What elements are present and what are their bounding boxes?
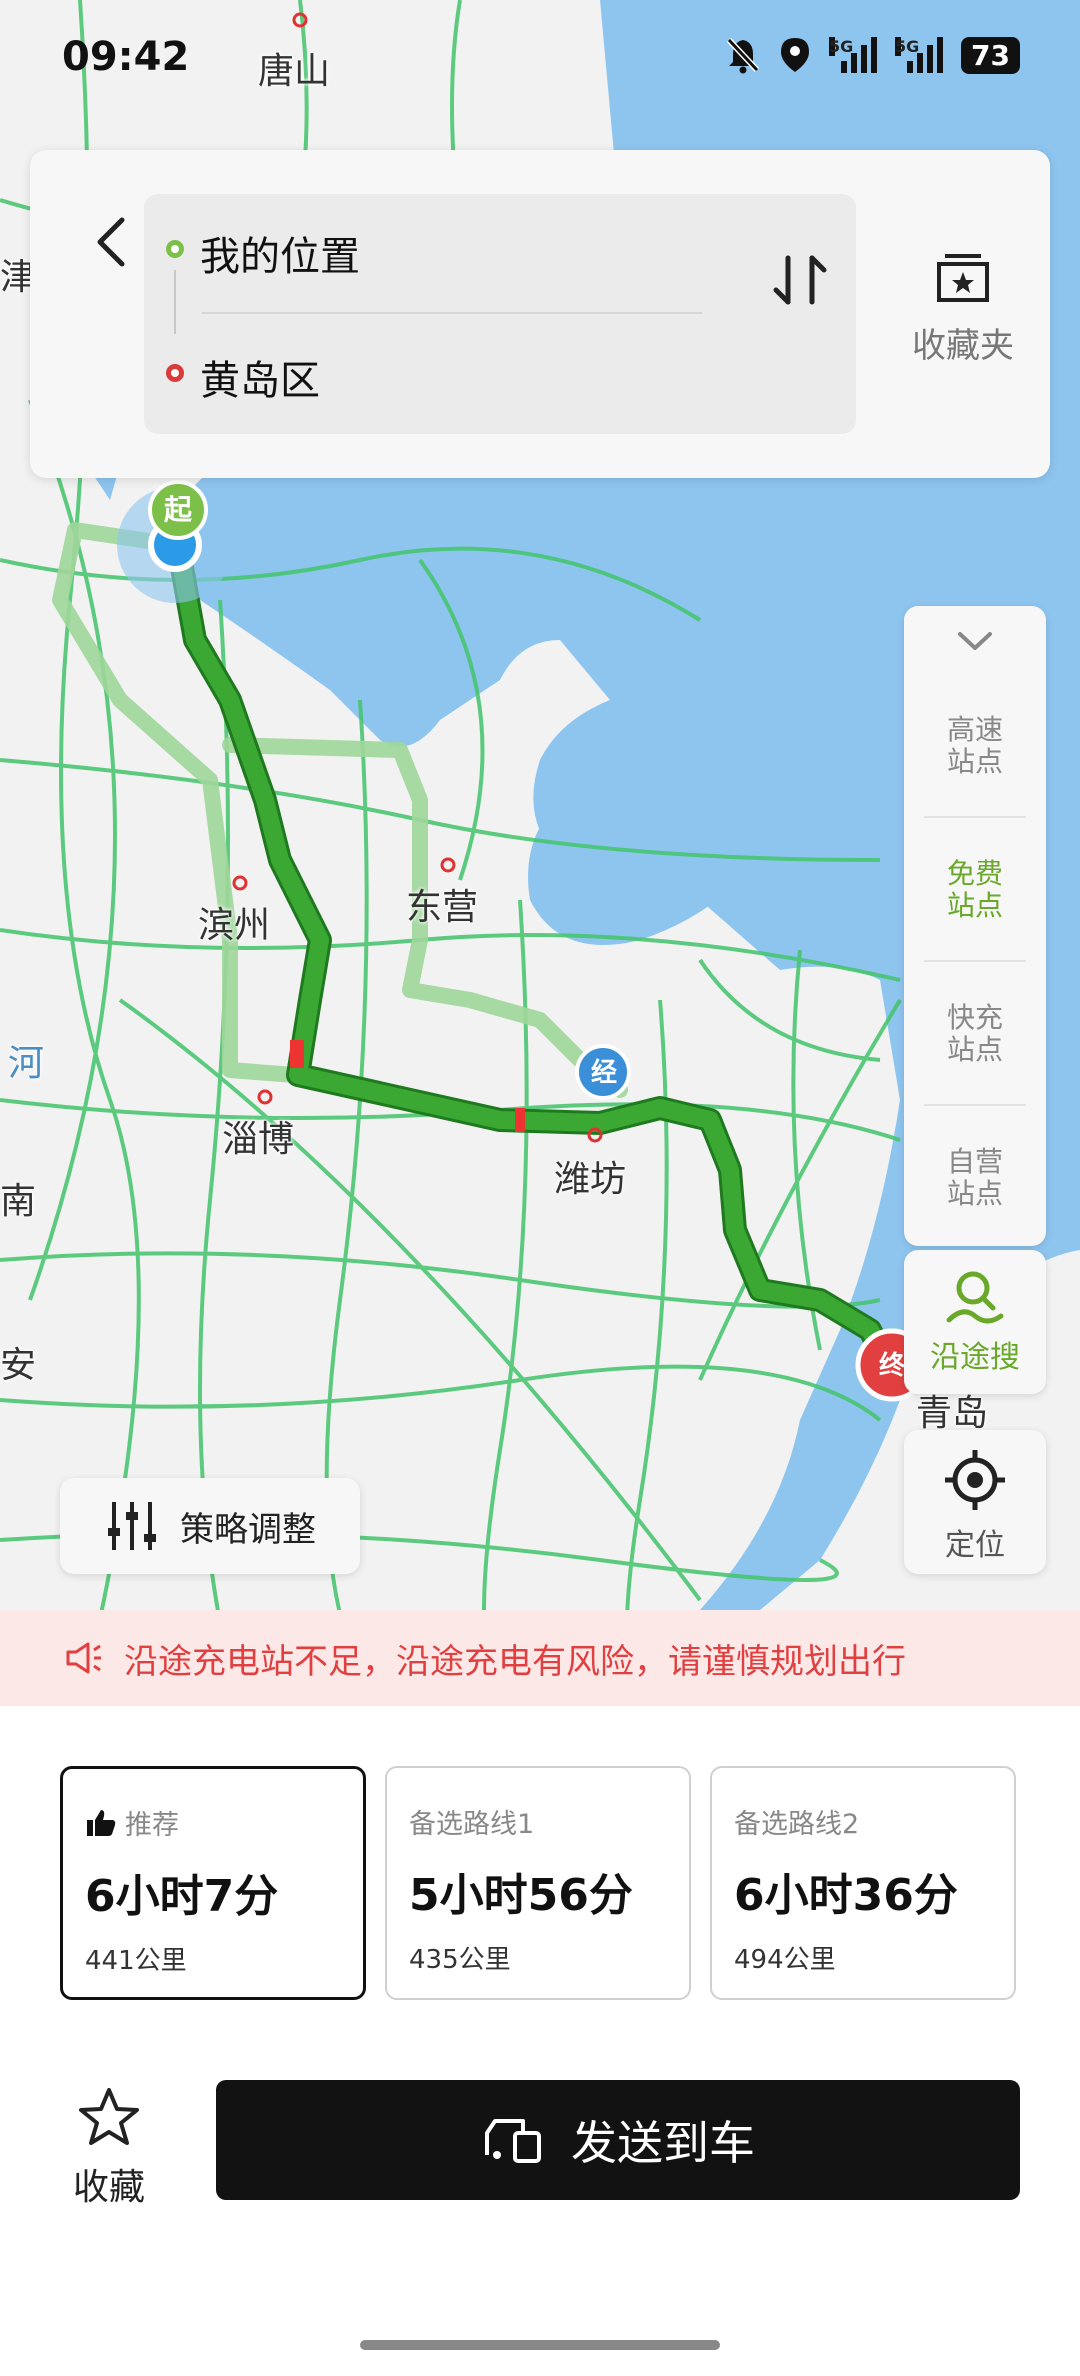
filter-free-stations[interactable]: 免费 站点 [904,858,1046,922]
locate-label: 定位 [945,1528,1005,1563]
signal-1-icon: 5G [829,37,878,73]
location-icon [781,38,810,72]
origin-dot-icon [166,240,184,258]
city-label: 滨州 [198,905,271,946]
battery-indicator: 73 [961,36,1020,74]
send-to-car-button[interactable]: 发送到车 [216,2080,1020,2200]
chevron-down-icon[interactable] [956,628,994,654]
favorites-folder-label: 收藏夹 [912,326,1014,366]
filter-highway-stations[interactable]: 高速 站点 [904,714,1046,778]
strategy-adjust-label: 策略调整 [180,1509,316,1550]
star-icon [79,2088,139,2145]
route-distance: 435公里 [409,1945,511,1975]
favorite-label: 收藏 [72,2167,145,2208]
route-card-alt-2[interactable]: 备选路线2 6小时36分 494公里 [710,1766,1016,2000]
strategy-adjust-button[interactable]: 策略调整 [60,1478,360,1574]
along-route-search-button[interactable]: 沿途搜 [904,1250,1046,1394]
divider [924,1104,1026,1106]
city-label: 安 [0,1345,37,1386]
divider [924,960,1026,962]
via-marker-label: 经 [590,1058,617,1088]
speaker-icon [66,1642,101,1674]
favorite-button[interactable]: 收藏 [62,2086,156,2210]
signal-2-icon: 5G [895,37,944,73]
city-label: 潍坊 [554,1159,627,1200]
status-time: 09:42 [62,34,190,80]
divider [924,816,1026,818]
send-to-car-icon [485,2119,541,2163]
route-time: 5小时56分 [409,1870,633,1921]
route-tag: 推荐 [85,1803,341,1842]
route-time: 6小时36分 [734,1870,958,1921]
destination-dot-icon [166,364,184,382]
dotted-connector [174,270,176,334]
locate-button[interactable]: 定位 [904,1430,1046,1574]
address-box: 我的位置 黄岛区 [144,194,856,434]
city-label: 南 [0,1181,37,1222]
filter-self-operated-stations[interactable]: 自营 站点 [904,1146,1046,1210]
status-icons: 5G 5G 73 [725,36,1020,74]
warning-text: 沿途充电站不足，沿途充电有风险，请谨慎规划出行 [124,1641,906,1682]
station-filter-panel: 高速 站点 免费 站点 快充 站点 自营 站点 [904,606,1046,1246]
charging-warning-banner: 沿途充电站不足，沿途充电有风险，请谨慎规划出行 [0,1610,1080,1706]
city-label: 东营 [406,887,479,928]
route-tag: 备选路线1 [409,1809,535,1840]
crosshair-icon [945,1450,1005,1510]
origin-input[interactable]: 我的位置 [200,224,360,282]
route-options-sheet: 推荐 6小时7分 441公里 备选路线1 5小时56分 435公里 备选路线2 … [0,1706,1080,2376]
mute-bell-icon [726,37,760,74]
send-to-car-label: 发送到车 [571,2116,755,2170]
back-arrow-icon[interactable] [82,212,142,272]
start-marker: 起 [148,480,208,540]
route-search-icon [946,1271,1004,1324]
folder-star-icon [937,254,989,302]
route-distance: 441公里 [85,1946,187,1976]
route-card-recommended[interactable]: 推荐 6小时7分 441公里 [60,1766,366,2000]
destination-input[interactable]: 黄岛区 [200,348,320,406]
city-label: 唐山 [258,51,331,92]
address-divider [202,312,702,314]
route-card-alt-1[interactable]: 备选路线1 5小时56分 435公里 [385,1766,691,2000]
along-route-search-label: 沿途搜 [930,1340,1020,1375]
thumbs-up-icon [87,1809,116,1836]
home-indicator[interactable] [360,2340,720,2350]
swap-icon[interactable] [770,250,830,310]
sliders-icon [108,1502,156,1550]
route-time: 6小时7分 [85,1871,279,1922]
city-label: 淄博 [222,1119,295,1160]
favorites-folder-button[interactable]: 收藏夹 [888,250,1038,367]
filter-fast-charge-stations[interactable]: 快充 站点 [904,1002,1046,1066]
route-tag: 备选路线2 [734,1809,860,1840]
route-panel: 我的位置 黄岛区 收藏夹 [30,150,1050,478]
city-label: 河 [8,1043,45,1084]
route-distance: 494公里 [734,1945,836,1975]
